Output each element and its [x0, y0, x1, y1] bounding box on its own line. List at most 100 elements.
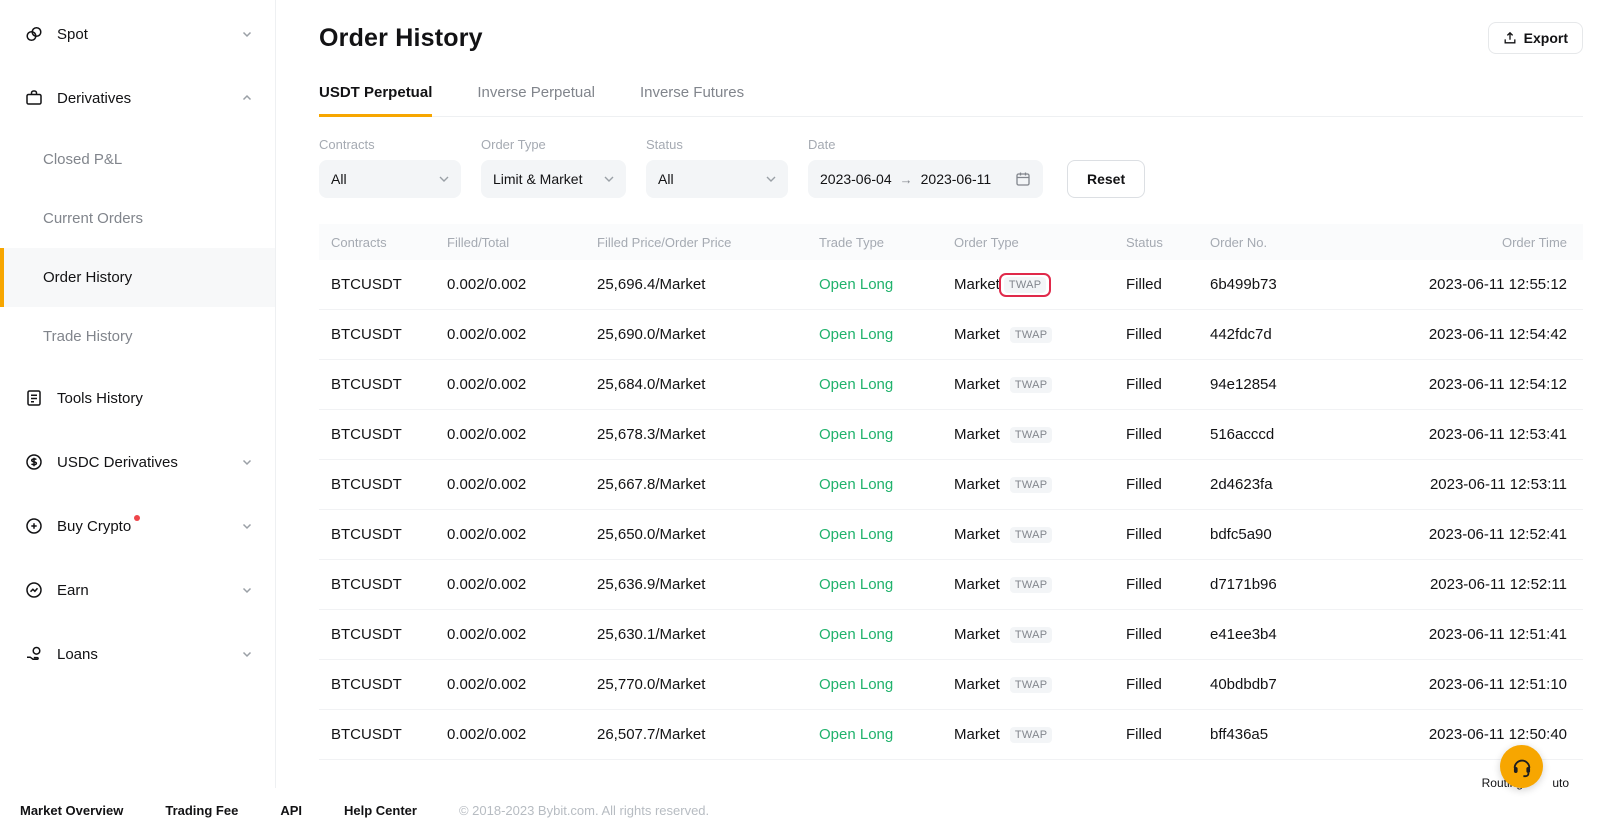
cell-status: Filled — [1126, 626, 1210, 643]
sidebar-item-trade-history[interactable]: Trade History — [0, 307, 275, 366]
cell-contracts: BTCUSDT — [319, 726, 447, 743]
cell-filled-total: 0.002/0.002 — [447, 376, 597, 393]
order-history-table: Contracts Filled/Total Filled Price/Orde… — [319, 224, 1583, 760]
sidebar-item-current-orders[interactable]: Current Orders — [0, 189, 275, 248]
footer-link-api[interactable]: API — [280, 803, 302, 818]
tab-inverse-futures[interactable]: Inverse Futures — [640, 84, 744, 117]
tab-usdt-perpetual[interactable]: USDT Perpetual — [319, 84, 432, 117]
chevron-down-icon — [241, 28, 253, 40]
sidebar-item-loans[interactable]: Loans — [0, 622, 275, 686]
export-button[interactable]: Export — [1488, 22, 1583, 54]
copyright-text: © 2018-2023 Bybit.com. All rights reserv… — [459, 803, 709, 818]
cell-trade-type: Open Long — [819, 576, 954, 593]
cell-filled-total: 0.002/0.002 — [447, 426, 597, 443]
twap-tag: TWAP — [1010, 527, 1053, 543]
contracts-value: All — [331, 171, 347, 187]
cell-contracts: BTCUSDT — [319, 526, 447, 543]
customer-support-button[interactable] — [1500, 745, 1543, 788]
order-type-text: Market — [954, 626, 1000, 643]
footer-link-trading-fee[interactable]: Trading Fee — [165, 803, 238, 818]
cell-contracts: BTCUSDT — [319, 376, 447, 393]
sidebar-item-closed-pnl[interactable]: Closed P&L — [0, 130, 275, 189]
sidebar-subitem-label: Trade History — [43, 328, 132, 345]
column-header-status: Status — [1126, 235, 1210, 250]
notification-dot — [134, 515, 140, 521]
chevron-up-icon — [241, 92, 253, 104]
table-row: BTCUSDT 0.002/0.002 25,770.0/Market Open… — [319, 660, 1583, 710]
cell-order-type: Market TWAP — [954, 573, 1126, 597]
reset-button[interactable]: Reset — [1067, 160, 1145, 198]
main-content: Order History Export USDT Perpetual Inve… — [277, 0, 1600, 788]
cell-contracts: BTCUSDT — [319, 426, 447, 443]
twap-tag: TWAP — [1004, 277, 1047, 293]
cell-order-type: Market TWAP — [954, 373, 1126, 397]
headset-icon — [1511, 756, 1533, 778]
cell-filled-price-order-price: 25,630.1/Market — [597, 626, 819, 643]
footer-link-market-overview[interactable]: Market Overview — [20, 803, 123, 818]
cell-filled-price-order-price: 26,507.7/Market — [597, 726, 819, 743]
chevron-down-icon — [758, 176, 776, 182]
cell-status: Filled — [1126, 726, 1210, 743]
cell-trade-type: Open Long — [819, 376, 954, 393]
cell-order-type: Market TWAP — [954, 623, 1126, 647]
date-range-picker[interactable]: 2023-06-04 → 2023-06-11 — [808, 160, 1043, 198]
cell-status: Filled — [1126, 276, 1210, 293]
arrow-right-icon: → — [900, 172, 913, 187]
column-header-order-type: Order Type — [954, 235, 1126, 250]
twap-tag-wrap: TWAP — [999, 273, 1052, 297]
filter-contracts: Contracts All — [319, 137, 461, 198]
routing-text-right: uto — [1552, 776, 1569, 790]
cell-trade-type: Open Long — [819, 726, 954, 743]
chevron-down-icon — [241, 520, 253, 532]
cell-filled-price-order-price: 25,667.8/Market — [597, 476, 819, 493]
cell-order-type: Market TWAP — [954, 323, 1126, 347]
table-row: BTCUSDT 0.002/0.002 25,690.0/Market Open… — [319, 310, 1583, 360]
usdc-derivatives-icon — [24, 452, 44, 472]
tab-inverse-perpetual[interactable]: Inverse Perpetual — [477, 84, 595, 117]
order-type-text: Market — [954, 526, 1000, 543]
tools-history-icon — [24, 388, 44, 408]
date-to: 2023-06-11 — [921, 171, 992, 187]
table-header: Contracts Filled/Total Filled Price/Orde… — [319, 224, 1583, 260]
order-type-text: Market — [954, 376, 1000, 393]
export-label: Export — [1524, 30, 1568, 46]
earn-icon — [24, 580, 44, 600]
sidebar-item-order-history[interactable]: Order History — [0, 248, 275, 307]
sidebar-item-label: Derivatives — [57, 90, 131, 107]
table-row: BTCUSDT 0.002/0.002 26,507.7/Market Open… — [319, 710, 1583, 760]
sidebar-item-buy-crypto[interactable]: Buy Crypto — [0, 494, 275, 558]
order-type-text: Market — [954, 576, 1000, 593]
twap-tag: TWAP — [1010, 577, 1053, 593]
cell-order-type: Market TWAP — [954, 673, 1126, 697]
sidebar-item-usdc-derivatives[interactable]: USDC Derivatives — [0, 430, 275, 494]
cell-order-no: 442fdc7d — [1210, 326, 1380, 343]
cell-filled-total: 0.002/0.002 — [447, 576, 597, 593]
order-type-text: Market — [954, 676, 1000, 693]
cell-order-no: bff436a5 — [1210, 726, 1380, 743]
cell-status: Filled — [1126, 426, 1210, 443]
column-header-filled-price: Filled Price/Order Price — [597, 235, 819, 250]
cell-order-no: 2d4623fa — [1210, 476, 1380, 493]
calendar-icon — [1015, 171, 1031, 187]
cell-status: Filled — [1126, 676, 1210, 693]
twap-tag: TWAP — [1010, 477, 1053, 493]
twap-tag: TWAP — [1010, 727, 1053, 743]
twap-tag-wrap: TWAP — [1005, 523, 1058, 547]
contracts-dropdown[interactable]: All — [319, 160, 461, 198]
cell-status: Filled — [1126, 576, 1210, 593]
table-row: BTCUSDT 0.002/0.002 25,630.1/Market Open… — [319, 610, 1583, 660]
spot-icon — [24, 24, 44, 44]
footer-link-help-center[interactable]: Help Center — [344, 803, 417, 818]
cell-filled-price-order-price: 25,696.4/Market — [597, 276, 819, 293]
sidebar-item-tools-history[interactable]: Tools History — [0, 366, 275, 430]
sidebar-item-earn[interactable]: Earn — [0, 558, 275, 622]
order-type-dropdown[interactable]: Limit & Market — [481, 160, 626, 198]
date-from: 2023-06-04 — [820, 171, 892, 187]
sidebar-item-label: Loans — [57, 646, 98, 663]
cell-order-type: Market TWAP — [954, 523, 1126, 547]
sidebar-item-derivatives[interactable]: Derivatives — [0, 66, 275, 130]
sidebar-subitem-label: Closed P&L — [43, 151, 122, 168]
status-dropdown[interactable]: All — [646, 160, 788, 198]
sidebar-item-spot[interactable]: Spot — [0, 2, 275, 66]
order-type-text: Market — [954, 426, 1000, 443]
